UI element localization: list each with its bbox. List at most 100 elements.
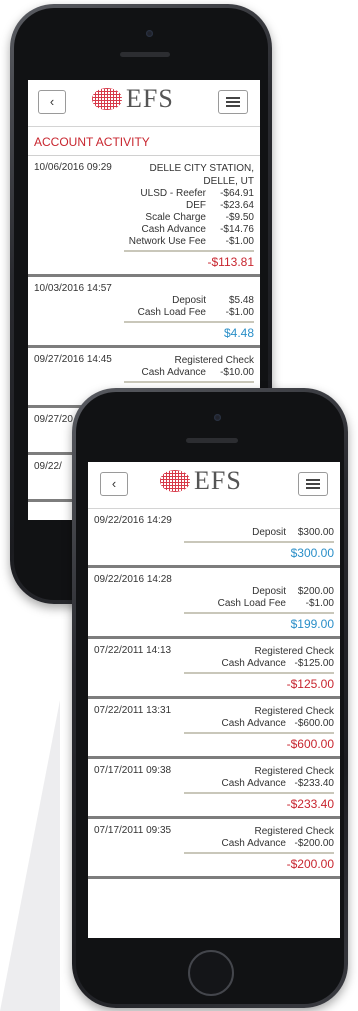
transaction-total: -$200.00 — [286, 857, 334, 871]
transaction-line-item: DEF -$23.64 — [34, 200, 254, 212]
transaction-date: 09/22/2016 14:29 — [94, 515, 172, 526]
transaction-date: 10/06/2016 09:29 — [34, 162, 112, 173]
hamburger-icon — [306, 483, 320, 485]
line-item-amount: $200.00 — [297, 586, 334, 597]
back-phone-speaker — [120, 52, 170, 57]
transaction-date: 07/22/2011 14:13 — [94, 645, 172, 656]
logo-globe-icon — [160, 470, 190, 492]
line-item-label: Cash Advance — [221, 658, 287, 669]
line-item-label: DEF — [186, 200, 206, 211]
line-item-amount: -$23.64 — [220, 200, 254, 211]
logo-text: EFS — [194, 466, 242, 495]
front-phone: ‹ EFS 09/22/2016 14:29 Deposit $300.00 $300… — [72, 388, 348, 1008]
back-button[interactable]: ‹ — [100, 472, 128, 496]
hamburger-icon — [226, 105, 240, 107]
line-item-amount: -$600.00 — [294, 718, 334, 729]
line-item-label: Cash Load Fee — [137, 307, 206, 318]
hamburger-icon — [306, 487, 320, 489]
line-item-label: Cash Advance — [221, 778, 287, 789]
efs-logo: EFS — [92, 84, 174, 114]
line-item-label: Deposit — [252, 586, 286, 597]
app-header: ‹ EFS — [28, 80, 260, 127]
line-item-amount: -$1.00 — [225, 307, 254, 318]
line-item-label: Deposit — [172, 295, 206, 306]
transaction-row[interactable]: 07/17/2011 09:38 Registered Check Cash Adv… — [88, 759, 340, 819]
line-item-amount: -$1.00 — [225, 236, 254, 247]
logo-globe-icon — [92, 88, 122, 110]
transaction-line-item: Cash Advance -$125.00 — [94, 658, 335, 670]
transaction-line-item: Cash Load Fee -$1.00 — [34, 307, 254, 319]
transaction-row[interactable]: 07/17/2011 09:35 Registered Check Cash Adv… — [88, 819, 340, 879]
back-phone-camera — [146, 30, 153, 37]
transaction-date: 10/03/2016 14:57 — [34, 283, 112, 294]
front-phone-camera — [214, 414, 221, 421]
transaction-date: 09/22/ — [34, 461, 62, 472]
line-item-amount: -$233.40 — [294, 778, 334, 789]
total-divider — [124, 381, 254, 383]
transaction-line-item: ULSD - Reefer -$64.91 — [34, 188, 254, 200]
line-item-amount: -$125.00 — [294, 658, 334, 669]
line-item-label: Cash Load Fee — [217, 598, 286, 609]
line-item-label: Cash Advance — [221, 838, 287, 849]
back-button[interactable]: ‹ — [38, 90, 66, 114]
line-item-label: Network Use Fee — [128, 236, 206, 247]
line-item-amount: -$64.91 — [220, 188, 254, 199]
page-title: ACCOUNT ACTIVITY — [28, 127, 260, 156]
line-item-label: Cash Advance — [141, 224, 207, 235]
transaction-line-item: Cash Advance -$10.00 — [34, 367, 255, 379]
total-divider — [184, 541, 334, 543]
transaction-row[interactable]: 10/06/2016 09:29 DELLE CITY STATION, DELL… — [28, 156, 260, 277]
menu-button[interactable] — [298, 472, 328, 496]
transaction-row[interactable]: 09/22/2016 14:28 Deposit $200.00 Cash Load … — [88, 568, 340, 639]
line-item-amount: $5.48 — [228, 295, 254, 306]
transaction-row[interactable]: 10/03/2016 14:57 Deposit $5.48 Cash Load Fe… — [28, 277, 260, 348]
line-item-label: Scale Charge — [145, 212, 206, 223]
front-phone-speaker — [186, 438, 238, 443]
line-item-amount: -$10.00 — [220, 367, 254, 378]
transaction-total: -$125.00 — [286, 677, 334, 691]
front-phone-home-button[interactable] — [188, 950, 234, 996]
hamburger-icon — [226, 97, 240, 99]
transaction-date: 09/27/20 — [34, 414, 73, 425]
front-phone-screen: ‹ EFS 09/22/2016 14:29 Deposit $300.00 $300… — [88, 462, 340, 938]
transaction-date: 07/22/2011 13:31 — [94, 705, 172, 716]
transaction-line-item: Cash Advance -$14.76 — [34, 224, 255, 236]
transaction-list: 09/22/2016 14:29 Deposit $300.00 $300.00 09/… — [88, 509, 340, 879]
total-divider — [184, 732, 334, 734]
total-divider — [124, 250, 254, 252]
logo-text: EFS — [126, 84, 174, 113]
hamburger-icon — [226, 101, 240, 103]
transaction-date: 07/17/2011 09:35 — [94, 825, 172, 836]
transaction-date: 09/22/2016 14:28 — [94, 574, 172, 585]
transaction-row[interactable]: 07/22/2011 14:13 Registered Check Cash Adv… — [88, 639, 340, 699]
transaction-total: -$233.40 — [286, 797, 334, 811]
total-divider — [184, 792, 334, 794]
line-item-label: Deposit — [252, 527, 286, 538]
hamburger-icon — [306, 479, 320, 481]
menu-button[interactable] — [218, 90, 248, 114]
total-divider — [184, 852, 334, 854]
transaction-row[interactable]: 07/22/2011 13:31 Registered Check Cash Adv… — [88, 699, 340, 759]
transaction-row[interactable]: 09/22/2016 14:29 Deposit $300.00 $300.00 — [88, 509, 340, 568]
line-item-label: Cash Advance — [141, 367, 207, 378]
transaction-total: $300.00 — [290, 546, 334, 560]
total-divider — [184, 612, 334, 614]
transaction-line-item: Scale Charge -$9.50 — [34, 212, 254, 224]
background-shape — [0, 700, 60, 1011]
transaction-total: $4.48 — [223, 326, 254, 340]
transaction-total: -$113.81 — [207, 255, 254, 269]
line-item-label: ULSD - Reefer — [140, 188, 206, 199]
total-divider — [184, 672, 334, 674]
transaction-line-item: Network Use Fee -$1.00 — [34, 236, 254, 248]
transaction-date: 09/27/2016 14:45 — [34, 354, 112, 365]
line-item-amount: -$200.00 — [294, 838, 334, 849]
transaction-line-item: Cash Advance -$600.00 — [94, 718, 335, 730]
total-divider — [124, 321, 254, 323]
line-item-amount: -$14.76 — [220, 224, 254, 235]
efs-logo: EFS — [160, 466, 242, 496]
app-header: ‹ EFS — [88, 462, 340, 509]
transaction-total: -$600.00 — [286, 737, 334, 751]
transaction-line-item: Deposit $300.00 — [94, 527, 334, 539]
line-item-amount: -$1.00 — [305, 598, 334, 609]
transaction-line-item: Deposit $5.48 — [34, 295, 254, 307]
